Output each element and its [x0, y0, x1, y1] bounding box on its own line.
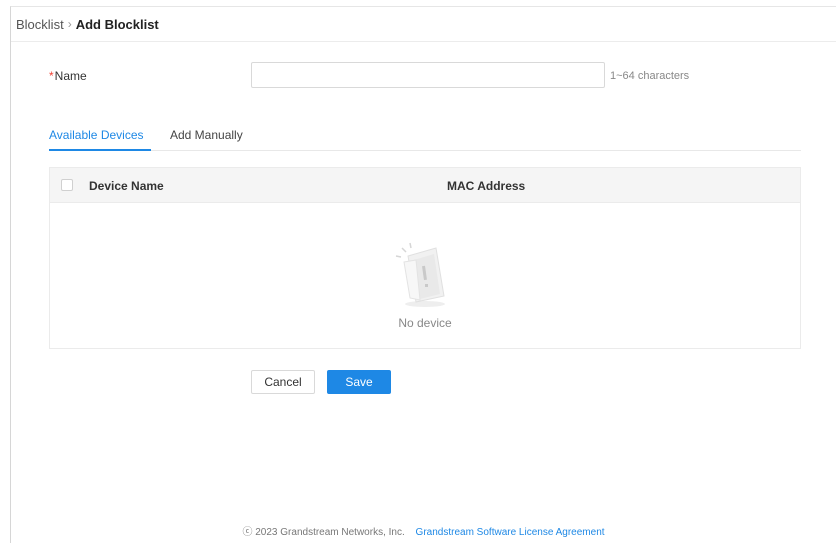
table-header: Device Name MAC Address [50, 168, 800, 203]
cancel-button[interactable]: Cancel [251, 370, 315, 394]
name-hint: 1~64 characters [610, 70, 690, 82]
name-label: *Name [49, 69, 87, 83]
device-table: Device Name MAC Address No device [49, 167, 801, 349]
breadcrumb-parent[interactable]: Blocklist [16, 17, 64, 32]
name-label-text: Name [54, 69, 87, 83]
page-title: Add Blocklist [75, 16, 159, 32]
column-header-mac-address[interactable]: MAC Address [447, 179, 525, 193]
column-header-device-name[interactable]: Device Name [89, 179, 164, 193]
breadcrumb: Blocklist › Add Blocklist [11, 7, 836, 42]
empty-box-icon [395, 242, 445, 307]
tab-add-manually-label: Add Manually [170, 128, 243, 142]
name-input[interactable] [251, 62, 605, 88]
tab-available-devices-label: Available Devices [49, 128, 144, 142]
breadcrumb-separator-icon: › [67, 17, 72, 31]
active-tab-indicator [49, 149, 151, 151]
footer: ⓒ 2023 Grandstream Networks, Inc. Grands… [11, 523, 836, 538]
empty-state-text: No device [398, 316, 452, 330]
save-button[interactable]: Save [327, 370, 391, 394]
tab-bar: Available Devices Add Manually [49, 120, 801, 151]
main-panel: Blocklist › Add Blocklist *Name 1~64 cha… [10, 6, 836, 543]
tab-add-manually[interactable]: Add Manually [170, 128, 243, 142]
required-marker: * [49, 69, 54, 83]
license-agreement-link[interactable]: Grandstream Software License Agreement [416, 527, 605, 538]
select-all-checkbox[interactable] [61, 179, 73, 191]
tab-available-devices[interactable]: Available Devices [49, 128, 144, 142]
copyright-text: ⓒ 2023 Grandstream Networks, Inc. [242, 527, 405, 538]
